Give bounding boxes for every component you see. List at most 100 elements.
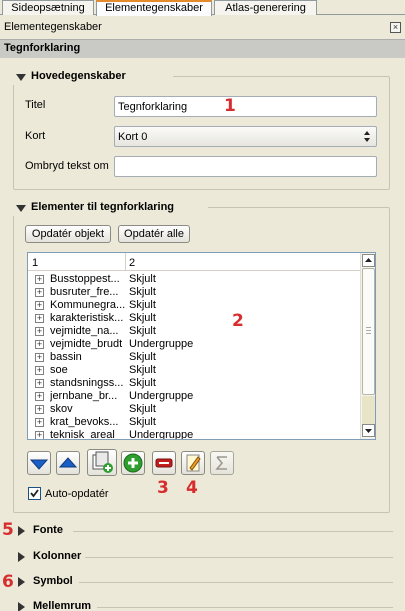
section-spacing[interactable]: Mellemrum xyxy=(13,599,393,611)
auto-update-checkbox[interactable] xyxy=(28,487,41,500)
annotation-5: 5 xyxy=(2,520,14,540)
update-item-button[interactable]: Opdatér objekt xyxy=(25,225,111,243)
edit-item-button[interactable] xyxy=(181,451,205,475)
list-item[interactable]: + Busstoppest... Skjult xyxy=(28,273,361,286)
list-item[interactable]: + soe Skjult xyxy=(28,364,361,377)
expand-plus-icon[interactable]: + xyxy=(35,379,44,388)
edit-pencil-icon xyxy=(186,454,201,472)
close-icon[interactable]: × xyxy=(390,22,401,33)
scroll-up-icon xyxy=(365,258,372,262)
wrap-label: Ombryd tekst om xyxy=(25,160,109,172)
count-items-button[interactable] xyxy=(210,451,234,475)
expand-plus-icon[interactable]: + xyxy=(35,392,44,401)
layer-style: Skjult xyxy=(129,364,156,376)
legend-items-title: Elementer til tegnforklaring xyxy=(28,201,178,213)
section-fonts-title: Fonte xyxy=(30,524,66,536)
move-down-button[interactable] xyxy=(27,451,51,475)
scroll-track[interactable] xyxy=(362,396,375,424)
add-item-button[interactable] xyxy=(121,451,145,475)
list-item[interactable]: + skov Skjult xyxy=(28,403,361,416)
scroll-up-button[interactable] xyxy=(362,254,375,267)
layer-style: Undergruppe xyxy=(129,338,194,350)
titel-value: Tegnforklaring xyxy=(118,101,188,113)
column-header-1[interactable]: 1 xyxy=(32,257,38,269)
divider xyxy=(73,531,393,532)
divider xyxy=(85,557,393,558)
layer-style: Skjult xyxy=(129,286,156,298)
remove-item-button[interactable] xyxy=(152,451,176,475)
expand-icon[interactable] xyxy=(18,526,25,536)
column-header-2[interactable]: 2 xyxy=(129,257,135,269)
layer-name: soe xyxy=(50,364,68,376)
layer-name: karakteristisk... xyxy=(50,312,124,324)
section-columns[interactable]: Kolonner xyxy=(13,549,393,565)
minus-icon xyxy=(155,458,173,468)
expand-plus-icon[interactable]: + xyxy=(35,405,44,414)
tab-atlas-generation[interactable]: Atlas-generering xyxy=(214,0,317,15)
list-item[interactable]: + jernbane_br... Undergruppe xyxy=(28,390,361,403)
dock-title: Elementegenskaber xyxy=(4,21,102,33)
layer-style: Undergruppe xyxy=(129,429,194,439)
expand-plus-icon[interactable]: + xyxy=(35,301,44,310)
layer-name: standsningss... xyxy=(50,377,124,389)
collapse-icon[interactable] xyxy=(16,205,26,212)
annotation-2: 2 xyxy=(232,311,244,331)
divider xyxy=(79,582,393,583)
section-symbol[interactable]: Symbol xyxy=(13,574,393,590)
expand-plus-icon[interactable]: + xyxy=(35,327,44,336)
annotation-3: 3 xyxy=(157,478,169,498)
update-all-button[interactable]: Opdatér alle xyxy=(118,225,190,243)
add-group-button[interactable] xyxy=(87,449,117,476)
list-item[interactable]: + vejmidte_brudt Undergruppe xyxy=(28,338,361,351)
arrow-up-icon xyxy=(58,457,78,468)
move-up-button[interactable] xyxy=(56,451,80,475)
layer-name: vejmidte_brudt xyxy=(50,338,123,350)
list-item[interactable]: + Kommunegra... Skjult xyxy=(28,299,361,312)
main-properties-header[interactable]: Hovedegenskaber xyxy=(13,69,173,85)
vertical-scrollbar[interactable] xyxy=(360,253,375,439)
tab-page-setup[interactable]: Sideopsætning xyxy=(2,0,94,15)
kort-select[interactable]: Kort 0 xyxy=(114,126,377,147)
scroll-thumb[interactable] xyxy=(362,268,375,395)
expand-plus-icon[interactable]: + xyxy=(35,353,44,362)
wrap-field[interactable] xyxy=(114,156,377,177)
list-item[interactable]: + busruter_fre... Skjult xyxy=(28,286,361,299)
expand-plus-icon[interactable]: + xyxy=(35,366,44,375)
divider xyxy=(97,607,393,608)
list-item[interactable]: + vejmidte_na... Skjult xyxy=(28,325,361,338)
kort-label: Kort xyxy=(25,130,46,142)
section-columns-title: Kolonner xyxy=(30,550,85,562)
tab-item-properties[interactable]: Elementegenskaber xyxy=(96,0,212,16)
collapse-icon[interactable] xyxy=(16,74,26,81)
layer-style: Skjult xyxy=(129,403,156,415)
layer-name: vejmidte_na... xyxy=(50,325,119,337)
layer-style: Skjult xyxy=(129,351,156,363)
expand-plus-icon[interactable]: + xyxy=(35,288,44,297)
layer-style: Skjult xyxy=(129,377,156,389)
expand-icon[interactable] xyxy=(18,602,25,611)
list-item[interactable]: + krat_bevoks... Skjult xyxy=(28,416,361,429)
page-title: Tegnforklaring xyxy=(4,42,81,54)
expand-plus-icon[interactable]: + xyxy=(35,340,44,349)
expand-plus-icon[interactable]: + xyxy=(35,418,44,427)
titel-field[interactable]: Tegnforklaring xyxy=(114,96,377,117)
section-fonts[interactable]: Fonte xyxy=(13,523,393,539)
legend-items-list[interactable]: 1 2 + Busstoppest... Skjult + busruter_fre..… xyxy=(27,252,376,440)
list-item[interactable]: + standsningss... Skjult xyxy=(28,377,361,390)
layer-name: teknisk_areal xyxy=(50,429,115,439)
expand-icon[interactable] xyxy=(18,577,25,587)
list-item[interactable]: + karakteristisk... Skjult xyxy=(28,312,361,325)
scroll-down-button[interactable] xyxy=(362,424,375,437)
list-item[interactable]: + bassin Skjult xyxy=(28,351,361,364)
layer-name: busruter_fre... xyxy=(50,286,119,298)
list-item[interactable]: + teknisk_areal Undergruppe xyxy=(28,429,361,439)
annotation-4: 4 xyxy=(186,478,198,498)
expand-icon[interactable] xyxy=(18,552,25,562)
expand-plus-icon[interactable]: + xyxy=(35,275,44,284)
expand-plus-icon[interactable]: + xyxy=(35,314,44,323)
expand-plus-icon[interactable]: + xyxy=(35,431,44,439)
arrow-down-icon xyxy=(29,459,49,470)
legend-items-header[interactable]: Elementer til tegnforklaring xyxy=(13,200,208,216)
tab-bar: Sideopsætning Elementegenskaber Atlas-ge… xyxy=(0,0,405,16)
layer-style: Skjult xyxy=(129,325,156,337)
